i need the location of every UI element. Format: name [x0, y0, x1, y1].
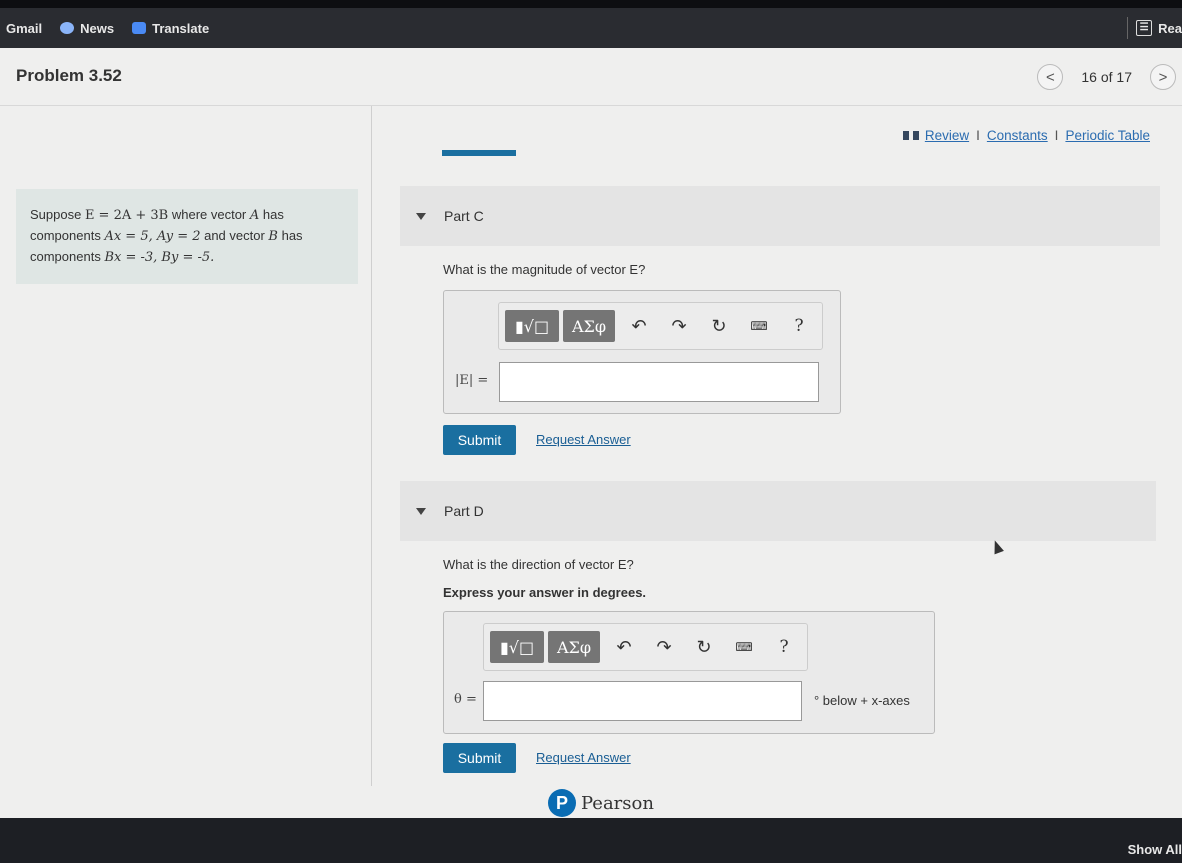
periodic-table-link[interactable]: Periodic Table: [1065, 128, 1150, 143]
help-icon[interactable]: ?: [764, 637, 804, 657]
reading-list-icon: ☰: [1136, 20, 1153, 36]
problem-statement: Suppose E = 2A + 3B where vector A has c…: [16, 189, 358, 284]
bookmark-translate[interactable]: Translate: [132, 21, 209, 36]
pearson-logo: P Pearson: [548, 789, 654, 817]
keyboard-icon[interactable]: ⌨: [724, 640, 764, 654]
part-d-instruction: Express your answer in degrees.: [443, 585, 647, 600]
redo-icon[interactable]: ↷: [644, 637, 684, 658]
caret-down-icon: [416, 212, 426, 220]
redo-icon[interactable]: ↷: [659, 316, 699, 337]
part-d-submit-button[interactable]: Submit: [443, 743, 516, 773]
undo-icon[interactable]: ↶: [604, 637, 644, 658]
reading-list-button[interactable]: ☰ Rea: [1127, 8, 1182, 48]
downloads-bar: Show All: [0, 818, 1182, 863]
part-c-submit-button[interactable]: Submit: [443, 425, 516, 455]
part-d-math-toolbar: ▮√□ ΑΣφ ↶ ↷ ↻ ⌨ ?: [483, 623, 808, 671]
pearson-p-icon: P: [548, 789, 576, 817]
part-d-variable-label: θ =: [454, 692, 477, 707]
problem-statement-pane: Suppose E = 2A + 3B where vector A has c…: [0, 106, 372, 786]
help-icon[interactable]: ?: [779, 316, 819, 336]
next-problem-button[interactable]: >: [1150, 64, 1176, 90]
bookmark-news[interactable]: News: [60, 21, 114, 36]
part-d-request-answer-link[interactable]: Request Answer: [536, 750, 631, 765]
part-d-unit-label: ° below + x-axes: [814, 693, 910, 708]
templates-button[interactable]: ▮√□: [490, 631, 544, 663]
vector-A: A: [249, 208, 260, 223]
chevron-left-icon: <: [1046, 68, 1055, 86]
part-c-math-toolbar: ▮√□ ΑΣφ ↶ ↷ ↻ ⌨ ?: [498, 302, 823, 350]
top-frame: [0, 0, 1182, 8]
assignment-page: Problem 3.52 < 16 of 17 > Suppose E = 2A…: [0, 48, 1182, 818]
part-c-answer-input[interactable]: [499, 362, 819, 402]
equation-E: E = 2A + 3B: [84, 208, 169, 223]
part-d-label: Part D: [444, 503, 484, 519]
prev-problem-button[interactable]: <: [1037, 64, 1064, 90]
symbols-button[interactable]: ΑΣφ: [548, 631, 600, 663]
templates-button[interactable]: ▮√□: [505, 310, 559, 342]
part-c-label: Part C: [444, 208, 484, 224]
part-d-question: What is the direction of vector E?: [443, 557, 634, 572]
mouse-cursor-icon: [990, 538, 1004, 555]
part-d-answer-input[interactable]: [483, 681, 802, 721]
show-all-button[interactable]: Show All: [1128, 842, 1182, 857]
part-d-header[interactable]: Part D: [400, 481, 1156, 541]
review-link[interactable]: Review: [925, 128, 969, 143]
problem-navigation: < 16 of 17 >: [1037, 64, 1176, 90]
reset-icon[interactable]: ↻: [699, 316, 739, 337]
undo-icon[interactable]: ↶: [619, 316, 659, 337]
vector-B: B: [268, 229, 278, 244]
problem-title: Problem 3.52: [16, 66, 122, 85]
progress-bar: [442, 150, 516, 156]
components-B: Bx = -3, By = -5.: [104, 250, 215, 265]
constants-link[interactable]: Constants: [987, 128, 1048, 143]
part-c-question: What is the magnitude of vector E?: [443, 262, 646, 277]
caret-down-icon: [416, 507, 426, 515]
news-icon: [60, 22, 75, 34]
translate-icon: [132, 22, 147, 34]
part-c-variable-label: |E| =: [455, 373, 489, 388]
review-icon: [902, 131, 919, 140]
reset-icon[interactable]: ↻: [684, 637, 724, 658]
symbols-button[interactable]: ΑΣφ: [563, 310, 615, 342]
components-A: Ax = 5, Ay = 2: [104, 229, 201, 244]
part-c-request-answer-link[interactable]: Request Answer: [536, 432, 631, 447]
problem-header: Problem 3.52 < 16 of 17 >: [0, 48, 1182, 106]
resource-links: Review I Constants I Periodic Table: [902, 128, 1150, 143]
keyboard-icon[interactable]: ⌨: [739, 319, 779, 333]
bookmark-gmail[interactable]: Gmail: [6, 21, 42, 36]
part-c-header[interactable]: Part C: [400, 186, 1160, 246]
bookmarks-bar: Gmail News Translate ☰ Rea: [0, 8, 1182, 48]
chevron-right-icon: >: [1158, 68, 1168, 86]
problem-counter: 16 of 17: [1081, 69, 1132, 85]
